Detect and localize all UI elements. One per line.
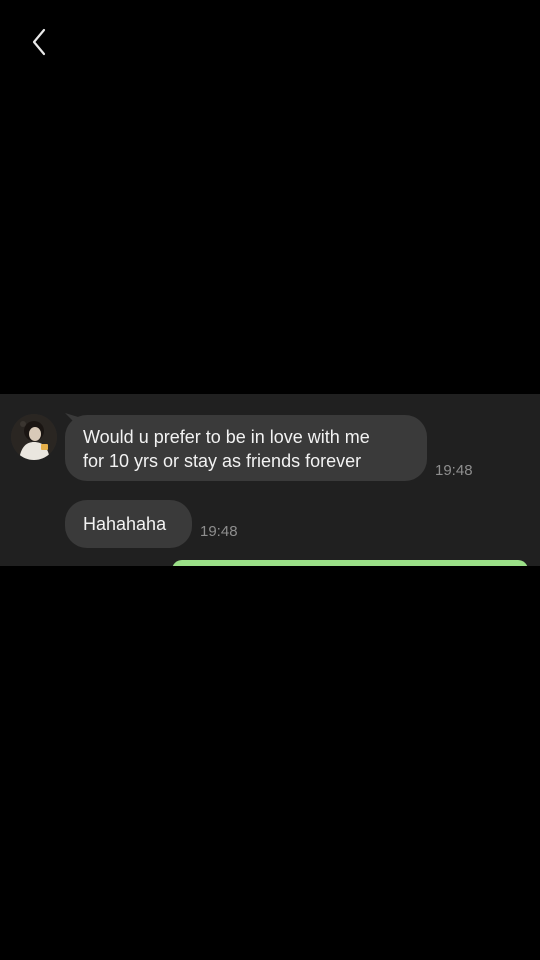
contact-avatar[interactable] <box>11 414 57 460</box>
message-bubble[interactable]: Hahahaha <box>65 500 192 548</box>
chevron-left-icon <box>30 26 50 58</box>
message-text-line: for 10 yrs or stay as friends forever <box>83 451 362 471</box>
message-text-line: Would u prefer to be in love with me <box>83 427 370 447</box>
chat-screenshot: Would u prefer to be in love with me for… <box>0 394 540 566</box>
outgoing-message-bubble <box>172 560 528 566</box>
message-bubble[interactable]: Would u prefer to be in love with me for… <box>65 413 427 481</box>
screenshot-viewer: Would u prefer to be in love with me for… <box>0 0 540 960</box>
message-timestamp: 19:48 <box>200 523 238 540</box>
bubble-tail <box>65 413 79 427</box>
back-button[interactable] <box>22 22 58 62</box>
message-text: Hahahaha <box>83 514 167 534</box>
message-timestamp: 19:48 <box>435 462 473 479</box>
